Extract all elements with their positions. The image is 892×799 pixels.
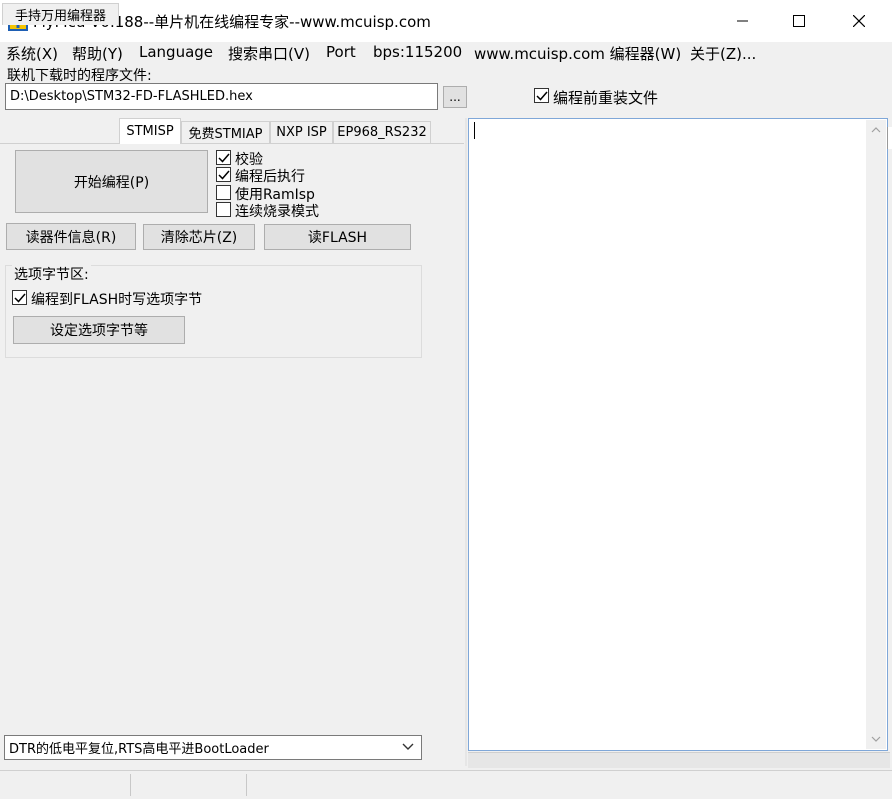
menu-programmer[interactable]: www.mcuisp.com 编程器(W) (474, 43, 681, 64)
checkmark-icon (217, 170, 230, 180)
maximize-icon (793, 15, 805, 27)
use-ramisp-checkbox[interactable] (216, 185, 231, 200)
window-edge (887, 127, 892, 149)
menu-port[interactable]: Port (326, 43, 356, 61)
tab-handheld-programmer[interactable]: 手持万用编程器 (2, 3, 119, 25)
scroll-down-icon[interactable] (866, 729, 886, 749)
log-scrollbar[interactable] (866, 120, 886, 749)
browse-button[interactable]: ... (443, 86, 467, 108)
panel-divider[interactable] (465, 118, 467, 766)
tab-label: 免费STMIAP (188, 127, 263, 142)
write-option-bytes-label: 编程到FLASH时写选项字节 (31, 292, 203, 308)
checkmark-icon (535, 91, 548, 101)
tab-label: NXP ISP (276, 125, 327, 140)
checkmark-icon (13, 293, 26, 303)
set-option-bytes-button[interactable]: 设定选项字节等 (13, 316, 185, 344)
status-separator (130, 774, 131, 796)
file-path-input[interactable] (5, 83, 438, 110)
file-label: 联机下载时的程序文件: (7, 68, 152, 84)
verify-checkbox[interactable] (216, 150, 231, 165)
menu-help[interactable]: 帮助(Y) (72, 43, 123, 64)
menu-search-port[interactable]: 搜索串口(V) (228, 43, 310, 64)
erase-chip-button[interactable]: 清除芯片(Z) (143, 224, 255, 250)
status-separator (246, 774, 247, 796)
tab-label: EP968_RS232 (337, 125, 427, 140)
continuous-burn-checkbox[interactable] (216, 202, 231, 217)
minimize-icon (737, 20, 748, 22)
boot-mode-value: DTR的低电平复位,RTS高电平进BootLoader (9, 742, 269, 757)
run-after-program-checkbox[interactable] (216, 167, 231, 182)
log-bottom-strip (468, 752, 890, 768)
menu-language[interactable]: Language (139, 43, 213, 61)
start-programming-button[interactable]: 开始编程(P) (15, 150, 208, 213)
read-device-info-button[interactable]: 读器件信息(R) (6, 223, 136, 250)
close-button[interactable] (830, 0, 888, 42)
reload-before-program-checkbox[interactable] (534, 88, 549, 103)
menu-system[interactable]: 系统(X) (6, 43, 58, 64)
close-icon (853, 15, 865, 27)
tab-label: STMISP (126, 124, 174, 139)
menu-about[interactable]: 关于(Z)... (690, 43, 756, 64)
read-flash-button[interactable]: 读FLASH (264, 224, 411, 250)
reload-before-program-label: 编程前重装文件 (553, 89, 659, 107)
tab-label: 手持万用编程器 (14, 9, 106, 24)
chevron-down-icon[interactable] (400, 740, 416, 754)
status-bar (0, 770, 892, 799)
tab-nxp-isp[interactable]: NXP ISP (270, 121, 333, 143)
checkmark-icon (217, 153, 230, 163)
scroll-up-icon[interactable] (866, 120, 886, 140)
maximize-button[interactable] (770, 0, 828, 42)
boot-mode-select[interactable]: DTR的低电平复位,RTS高电平进BootLoader (4, 735, 422, 760)
minimize-button[interactable] (714, 0, 772, 42)
text-caret (474, 122, 475, 139)
option-bytes-group-label: 选项字节区: (12, 264, 91, 284)
run-after-program-label: 编程后执行 (235, 169, 305, 185)
tab-ep968-rs232[interactable]: EP968_RS232 (333, 121, 431, 143)
log-output-area[interactable] (470, 120, 866, 749)
continuous-burn-label: 连续烧录模式 (235, 204, 319, 220)
write-option-bytes-checkbox[interactable] (12, 290, 27, 305)
tab-stmisp[interactable]: STMISP (119, 118, 181, 144)
menu-bps[interactable]: bps:115200 (373, 43, 462, 61)
tab-free-stmiap[interactable]: 免费STMIAP (181, 121, 270, 143)
